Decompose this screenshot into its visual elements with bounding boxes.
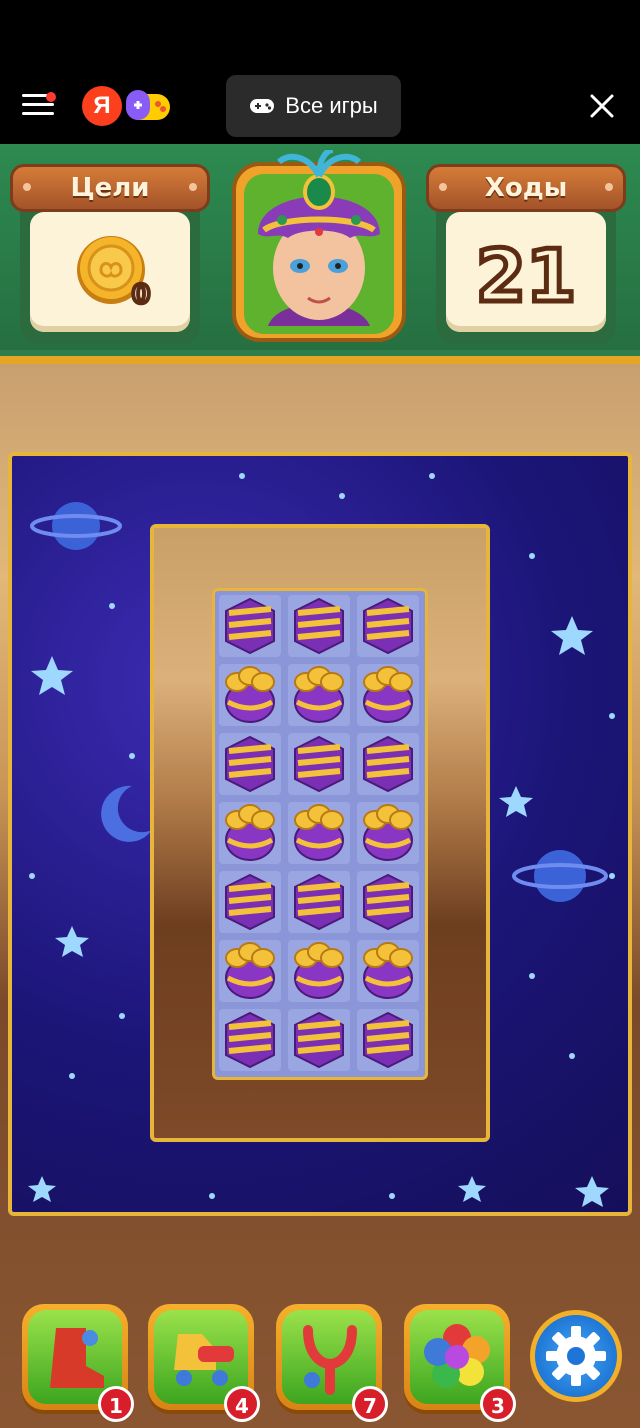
lamp-piece[interactable] [219,940,281,1002]
games-logo-icon[interactable] [122,86,174,126]
lamp-piece[interactable] [357,940,419,1002]
goals-plank: Цели [10,164,210,212]
booster-count: 3 [480,1386,516,1422]
settings-button[interactable] [530,1310,622,1402]
moves-label: Ходы [484,173,568,203]
booster-slingshot[interactable]: 7 [276,1304,388,1422]
vase-piece[interactable] [219,871,281,933]
vase-piece[interactable] [288,733,350,795]
vase-piece[interactable] [357,1009,419,1071]
vase-piece[interactable] [219,733,281,795]
booster-rainbow-flower[interactable]: 3 [404,1304,516,1422]
moves-panel: Ходы 21 [426,164,626,344]
lamp-piece[interactable] [357,802,419,864]
goals-label: Цели [70,173,150,203]
lamp-piece[interactable] [288,802,350,864]
lamp-piece[interactable] [288,940,350,1002]
lamp-piece[interactable] [219,802,281,864]
vase-piece[interactable] [288,595,350,657]
booster-toy-horse[interactable]: 4 [148,1304,260,1422]
goals-panel: Цели 0 [10,164,210,344]
vase-piece[interactable] [357,595,419,657]
yandex-logo[interactable]: Я [82,86,122,126]
notification-dot [46,92,56,102]
vase-piece[interactable] [219,1009,281,1071]
gear-icon [546,1326,606,1386]
goal-coin-count: 0 [130,278,152,312]
booster-count: 7 [352,1386,388,1422]
menu-icon[interactable] [22,92,56,120]
vase-piece[interactable] [357,733,419,795]
booster-count: 1 [98,1386,134,1422]
match-board[interactable] [212,588,428,1080]
vase-piece[interactable] [288,871,350,933]
booster-count: 4 [224,1386,260,1422]
booster-boot[interactable]: 1 [22,1304,134,1422]
moves-count: 21 [473,232,578,321]
moves-plank: Ходы [426,164,626,212]
board-pieces [219,595,419,1071]
gamepad-icon [250,99,275,113]
character-avatar [232,150,406,342]
status-bar [0,0,640,72]
all-games-button[interactable]: Все игры [226,75,401,137]
lamp-piece[interactable] [219,664,281,726]
all-games-label: Все игры [285,93,378,118]
vase-piece[interactable] [219,595,281,657]
close-icon[interactable] [588,92,616,120]
vase-piece[interactable] [288,1009,350,1071]
lamp-piece[interactable] [288,664,350,726]
lamp-piece[interactable] [357,664,419,726]
vase-piece[interactable] [357,871,419,933]
